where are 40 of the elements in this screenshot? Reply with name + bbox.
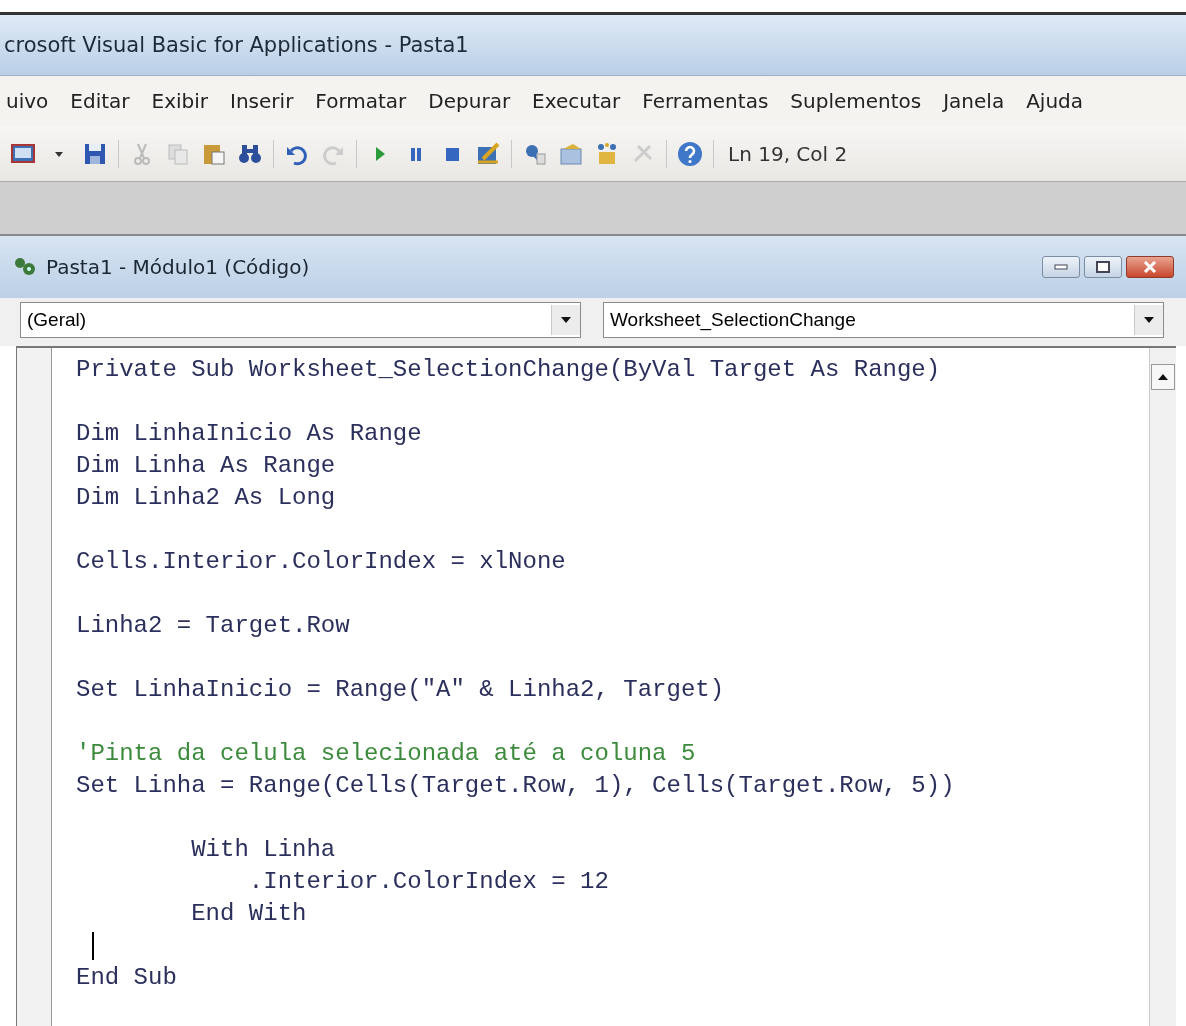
code-line: Private Sub Worksheet_SelectionChange(ByVal Target As Range) — [76, 355, 942, 385]
code-line: Set LinhaInicio = Range("A" & Linha2, Target) — [76, 675, 726, 705]
cursor-position: Ln 19, Col 2 — [728, 141, 848, 166]
window-title: crosoft Visual Basic for Applications - Pasta1 — [0, 12, 1186, 75]
scroll-up-button[interactable] — [1151, 364, 1175, 390]
scrollbar[interactable] — [1149, 348, 1176, 1026]
code-comment: 'Pinta da celula selecionada até a coluna 5 — [76, 739, 697, 769]
code-line: End With — [190, 899, 308, 929]
close-icon — [1143, 261, 1157, 273]
menu-item[interactable]: Depurar — [418, 85, 523, 117]
help-icon[interactable] — [677, 140, 703, 167]
menu-item[interactable]: uivo — [0, 85, 61, 117]
procedure-dropdown[interactable]: Worksheet_SelectionChange — [603, 302, 1164, 338]
code-line: Dim Linha As Range — [76, 451, 337, 481]
menu-item[interactable]: Formatar — [305, 85, 419, 117]
code-line: Linha2 = Target.Row — [76, 611, 351, 641]
menu-item[interactable]: Ferramentas — [632, 85, 781, 117]
close-button[interactable] — [1126, 256, 1174, 278]
code-line: Dim Linha2 As Long — [76, 483, 337, 513]
code-line: .Interior.ColorIndex = 12 — [247, 867, 610, 897]
code-line: Set Linha = Range(Cells(Target.Row, 1), Cells(Target.Row, 5)) — [76, 771, 956, 801]
menu-item[interactable]: Ajuda — [1016, 85, 1096, 117]
restore-button[interactable] — [1084, 256, 1122, 278]
design-mode-icon[interactable] — [475, 140, 501, 167]
code-line: Dim LinhaInicio As Range — [76, 419, 423, 449]
object-dropdown[interactable]: (Geral) — [20, 302, 581, 338]
code-line: With Linha — [190, 835, 337, 865]
code-line: Cells.Interior.ColorIndex = xlNone — [76, 547, 567, 577]
menu-item[interactable]: Exibir — [141, 85, 221, 117]
menu-item[interactable]: Suplementos — [780, 85, 934, 117]
maximize-icon — [1096, 261, 1110, 273]
menu-item[interactable]: Editar — [60, 85, 142, 117]
menu-item[interactable]: Executar — [522, 85, 633, 117]
code-window-title: Pasta1 - Módulo1 (Código) — [46, 255, 311, 279]
text-cursor — [92, 931, 94, 960]
code-line: End Sub — [76, 963, 178, 993]
minimize-icon — [1054, 264, 1068, 270]
up-arrow-icon — [1158, 374, 1168, 380]
menu-item[interactable]: Janela — [933, 85, 1017, 117]
menu-item[interactable]: Inserir — [220, 85, 306, 117]
